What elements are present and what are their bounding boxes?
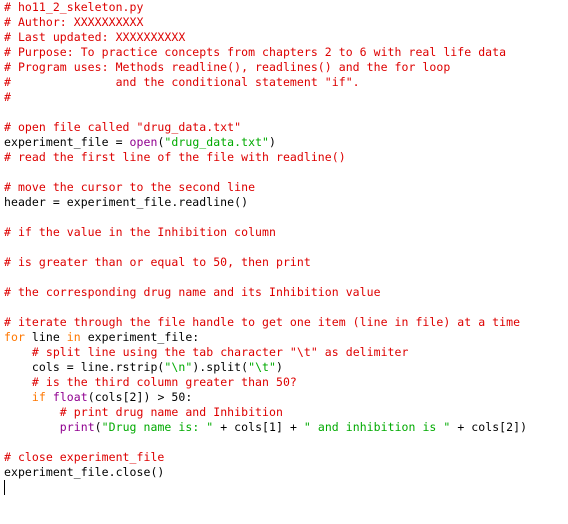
code-string: "Drug name is: " bbox=[101, 420, 214, 434]
code-text: + cols[1] + bbox=[213, 420, 304, 434]
code-line[interactable] bbox=[4, 105, 568, 120]
code-text: experiment_file = bbox=[4, 135, 130, 149]
code-line[interactable]: # is the third column greater than 50? bbox=[4, 375, 568, 390]
code-comment: # print drug name and Inhibition bbox=[59, 405, 283, 419]
code-line[interactable]: # Purpose: To practice concepts from cha… bbox=[4, 45, 568, 60]
code-line[interactable]: header = experiment_file.readline() bbox=[4, 195, 568, 210]
code-comment: # Program uses: Methods readline(), read… bbox=[4, 60, 451, 74]
code-line[interactable]: # Last updated: XXXXXXXXXX bbox=[4, 30, 568, 45]
code-line[interactable]: # Program uses: Methods readline(), read… bbox=[4, 60, 568, 75]
code-line[interactable]: # move the cursor to the second line bbox=[4, 180, 568, 195]
code-line[interactable]: for line in experiment_file: bbox=[4, 330, 568, 345]
code-comment: # Author: XXXXXXXXXX bbox=[4, 15, 144, 29]
code-line[interactable]: # split line using the tab character "\t… bbox=[4, 345, 568, 360]
code-comment: # read the first line of the file with r… bbox=[4, 150, 346, 164]
code-line[interactable]: # the corresponding drug name and its In… bbox=[4, 285, 568, 300]
code-line[interactable] bbox=[4, 210, 568, 225]
code-line[interactable] bbox=[4, 435, 568, 450]
code-line[interactable]: # print drug name and Inhibition bbox=[4, 405, 568, 420]
code-comment: # and the conditional statement "if". bbox=[4, 75, 360, 89]
code-line[interactable]: # Author: XXXXXXXXXX bbox=[4, 15, 568, 30]
code-line[interactable] bbox=[4, 300, 568, 315]
code-keyword: in bbox=[66, 330, 81, 344]
code-text: ) bbox=[276, 360, 283, 374]
code-comment: # the corresponding drug name and its In… bbox=[4, 285, 381, 299]
code-comment: # bbox=[4, 90, 11, 104]
code-text: + cols[2]) bbox=[450, 420, 528, 434]
code-line[interactable]: # ho11_2_skeleton.py bbox=[4, 0, 568, 15]
code-line[interactable] bbox=[4, 165, 568, 180]
code-line[interactable]: experiment_file.close() bbox=[4, 465, 568, 480]
code-string: "\t" bbox=[248, 360, 277, 374]
code-string: "drug_data.txt" bbox=[164, 135, 270, 149]
code-text: line bbox=[24, 330, 67, 344]
code-line[interactable]: # and the conditional statement "if". bbox=[4, 75, 568, 90]
code-comment: # if the value in the Inhibition column bbox=[4, 225, 276, 239]
code-line[interactable]: # bbox=[4, 90, 568, 105]
code-comment: # is the third column greater than 50? bbox=[31, 375, 297, 389]
code-builtin: float bbox=[52, 390, 88, 404]
code-text: cols = line.rstrip( bbox=[4, 360, 165, 374]
code-text: ( bbox=[94, 420, 102, 434]
code-comment: # close experiment_file bbox=[4, 450, 165, 464]
code-keyword: if bbox=[31, 390, 46, 404]
code-comment: # split line using the tab character "\t… bbox=[31, 345, 409, 359]
code-string: "\n" bbox=[164, 360, 193, 374]
code-keyword: for bbox=[4, 330, 25, 344]
code-builtin: print bbox=[59, 420, 95, 434]
code-comment: # open file called "drug_data.txt" bbox=[4, 120, 242, 134]
code-text: experiment_file: bbox=[80, 330, 200, 344]
code-line[interactable]: if float(cols[2]) > 50: bbox=[4, 390, 568, 405]
text-cursor bbox=[4, 480, 5, 495]
code-comment: # ho11_2_skeleton.py bbox=[4, 0, 144, 14]
code-line[interactable]: # if the value in the Inhibition column bbox=[4, 225, 568, 240]
code-text: ) bbox=[269, 135, 277, 149]
code-line[interactable] bbox=[4, 480, 568, 495]
code-line[interactable]: # open file called "drug_data.txt" bbox=[4, 120, 568, 135]
code-comment: # Last updated: XXXXXXXXXX bbox=[4, 30, 186, 44]
code-text: (cols[2]) > 50: bbox=[87, 390, 193, 404]
code-comment: # move the cursor to the second line bbox=[4, 180, 256, 194]
code-line[interactable]: # iterate through the file handle to get… bbox=[4, 315, 568, 330]
code-text: ).split( bbox=[192, 360, 249, 374]
code-line[interactable] bbox=[4, 270, 568, 285]
code-comment: # iterate through the file handle to get… bbox=[4, 315, 521, 329]
code-comment: # Purpose: To practice concepts from cha… bbox=[4, 45, 507, 59]
code-line[interactable]: print("Drug name is: " + cols[1] + " and… bbox=[4, 420, 568, 435]
code-line[interactable]: experiment_file = open("drug_data.txt") bbox=[4, 135, 568, 150]
code-editor[interactable]: # ho11_2_skeleton.py # Author: XXXXXXXXXX… bbox=[4, 0, 568, 524]
code-line[interactable] bbox=[4, 240, 568, 255]
code-text: header = experiment_file.readline() bbox=[4, 195, 249, 209]
code-builtin: open bbox=[129, 135, 158, 149]
code-line[interactable]: cols = line.rstrip("\n").split("\t") bbox=[4, 360, 568, 375]
code-text: experiment_file.close() bbox=[4, 465, 165, 479]
code-line[interactable]: # read the first line of the file with r… bbox=[4, 150, 568, 165]
code-comment: # is greater than or equal to 50, then p… bbox=[4, 255, 311, 269]
code-line[interactable]: # is greater than or equal to 50, then p… bbox=[4, 255, 568, 270]
code-line[interactable]: # close experiment_file bbox=[4, 450, 568, 465]
code-string: " and inhibition is " bbox=[303, 420, 451, 434]
